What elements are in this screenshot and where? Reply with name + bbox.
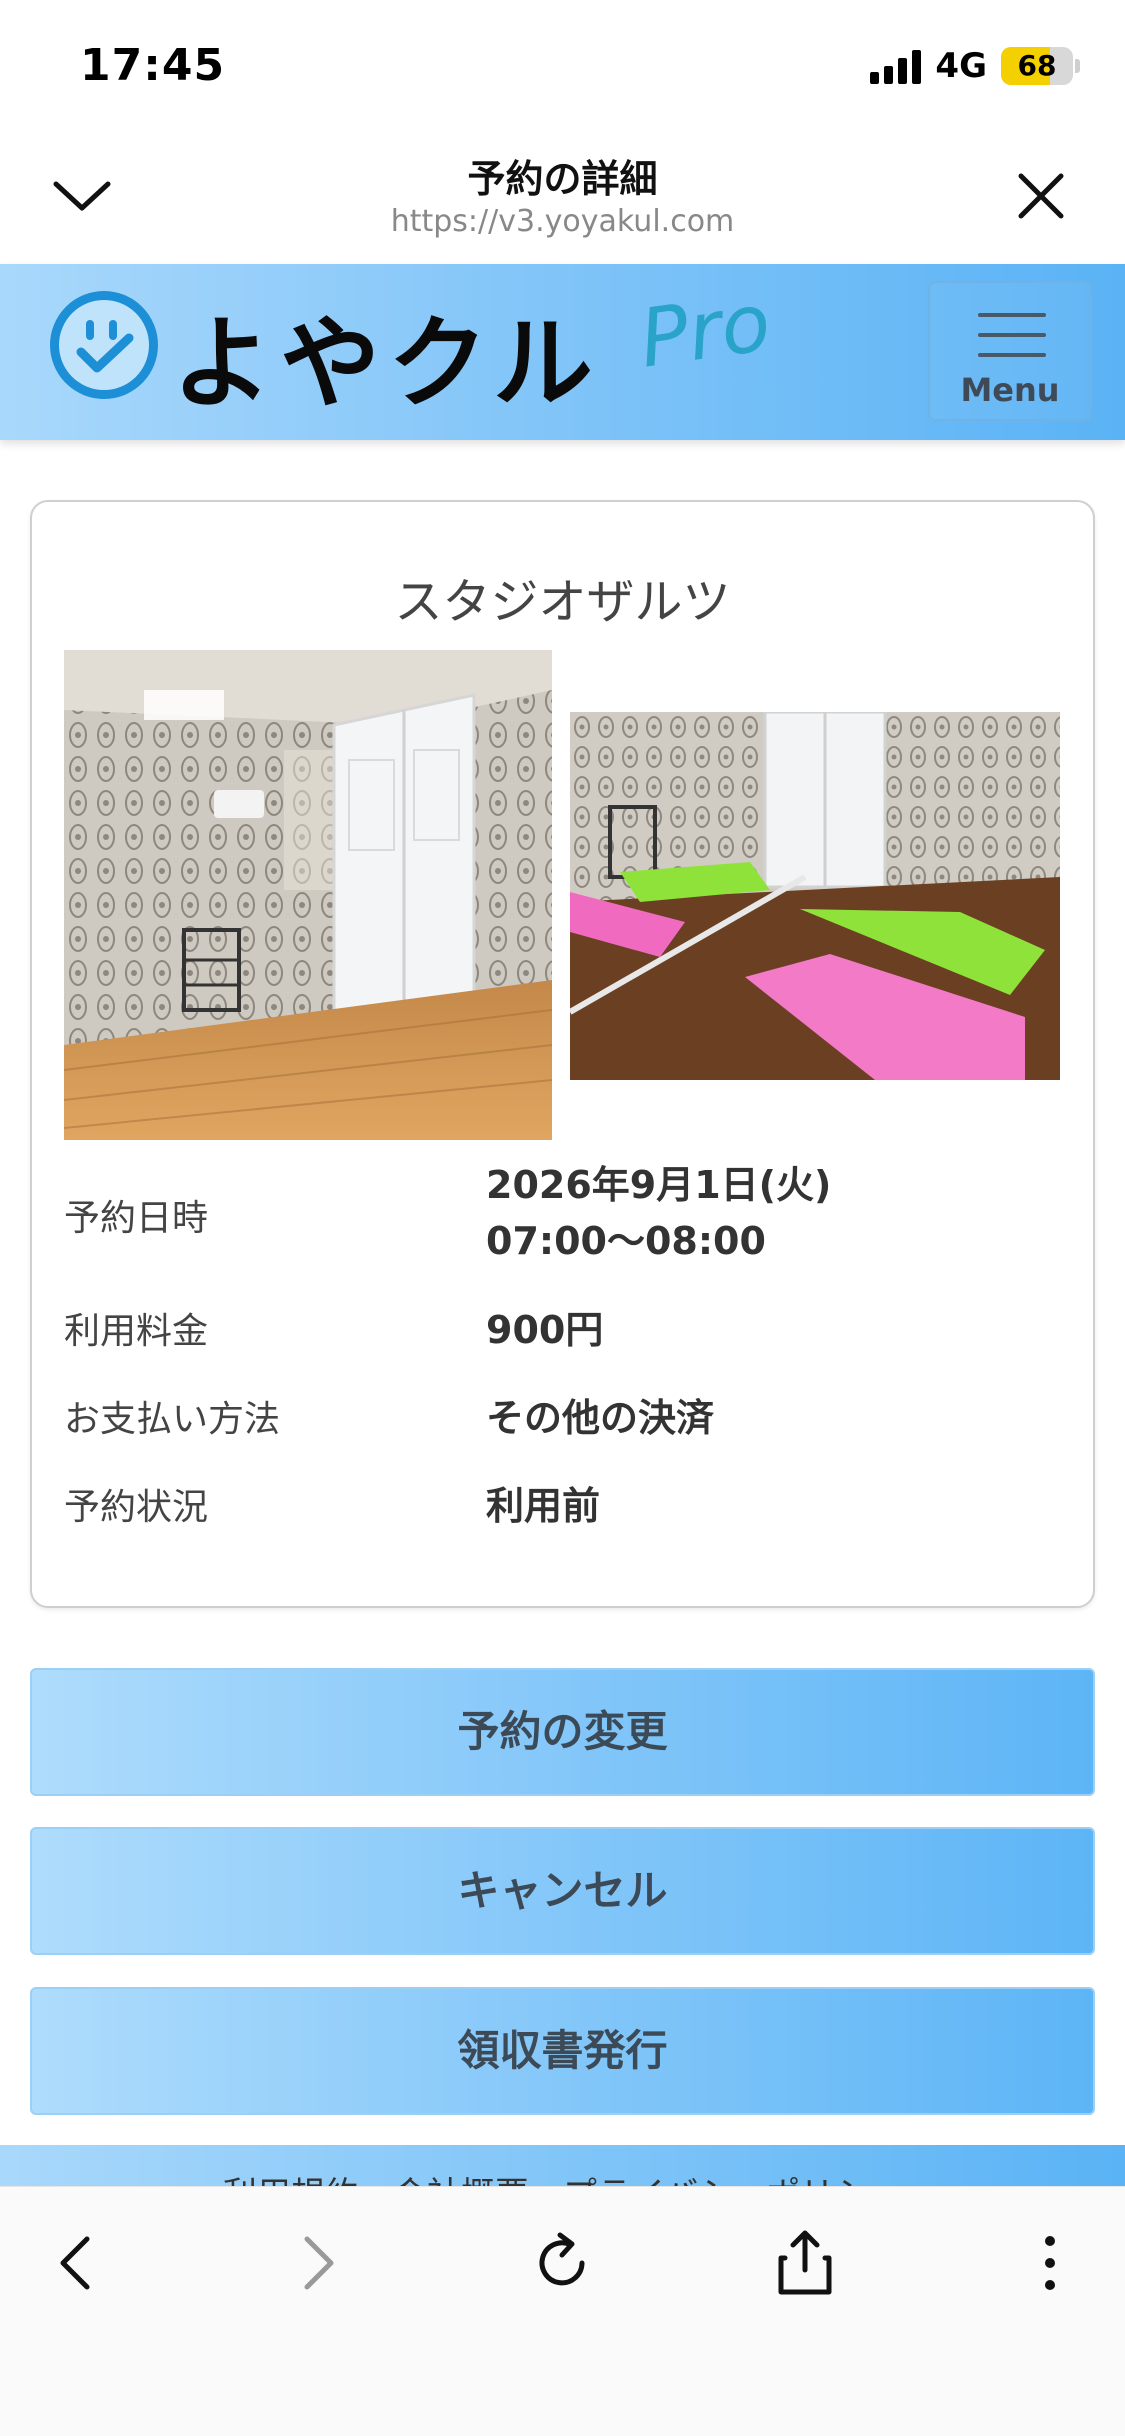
battery-tip [1075,59,1080,73]
studio-name: スタジオザルツ [394,574,731,630]
studio-photo-2 [570,712,1060,1080]
status-right: 4G 68 [870,46,1080,86]
reload-icon[interactable] [522,2223,602,2303]
status-bar: 17:45 4G 68 [0,0,1125,130]
browser-header: 予約の詳細 https://v3.yoyakul.com [0,130,1125,264]
browser-toolbar [0,2186,1125,2436]
cancel-button[interactable]: キャンセル [30,1827,1095,1955]
network-type: 4G [935,46,987,86]
hamburger-icon [978,313,1046,317]
battery-icon: 68 [1001,47,1073,85]
site-header: よやクル Pro Menu [0,264,1125,440]
issue-receipt-button[interactable]: 領収書発行 [30,1987,1095,2115]
fee-value: 900円 [486,1308,604,1352]
status-time: 17:45 [80,40,226,91]
studio-photo-1 [64,650,552,1140]
date-value: 2026年9月1日(火) 07:00〜08:00 [486,1157,831,1269]
payment-label: お支払い方法 [64,1399,281,1440]
back-icon[interactable] [36,2223,116,2303]
time-text: 07:00〜08:00 [486,1219,766,1263]
logo-smiley-icon[interactable] [50,291,158,399]
date-label: 予約日時 [64,1198,209,1239]
site-footer: 利用規約 会社概要 プライバシーポリシー [0,2145,1125,2189]
logo-text[interactable]: よやクル [172,282,601,427]
change-reservation-button[interactable]: 予約の変更 [30,1668,1095,1796]
menu-button[interactable]: Menu [928,281,1092,421]
battery-level: 68 [1017,49,1057,82]
status-label: 予約状況 [64,1487,209,1528]
status-value: 利用前 [486,1484,601,1528]
logo-pro: Pro [634,275,776,386]
forward-icon[interactable] [278,2223,358,2303]
share-icon[interactable] [765,2223,845,2303]
date-text: 2026年9月1日(火) [486,1163,832,1207]
payment-value: その他の決済 [486,1396,715,1440]
signal-icon [870,48,922,84]
fee-label: 利用料金 [64,1311,209,1352]
reservation-card: スタジオザルツ 予約日時 2026年9月1日(火) 07:00〜08:00 利用… [30,500,1095,1608]
close-icon[interactable] [1015,170,1067,222]
menu-label: Menu [960,371,1060,409]
page-url: https://v3.yoyakul.com [390,204,735,239]
more-icon[interactable] [1010,2223,1090,2303]
page-title: 予約の詳細 [467,157,658,201]
